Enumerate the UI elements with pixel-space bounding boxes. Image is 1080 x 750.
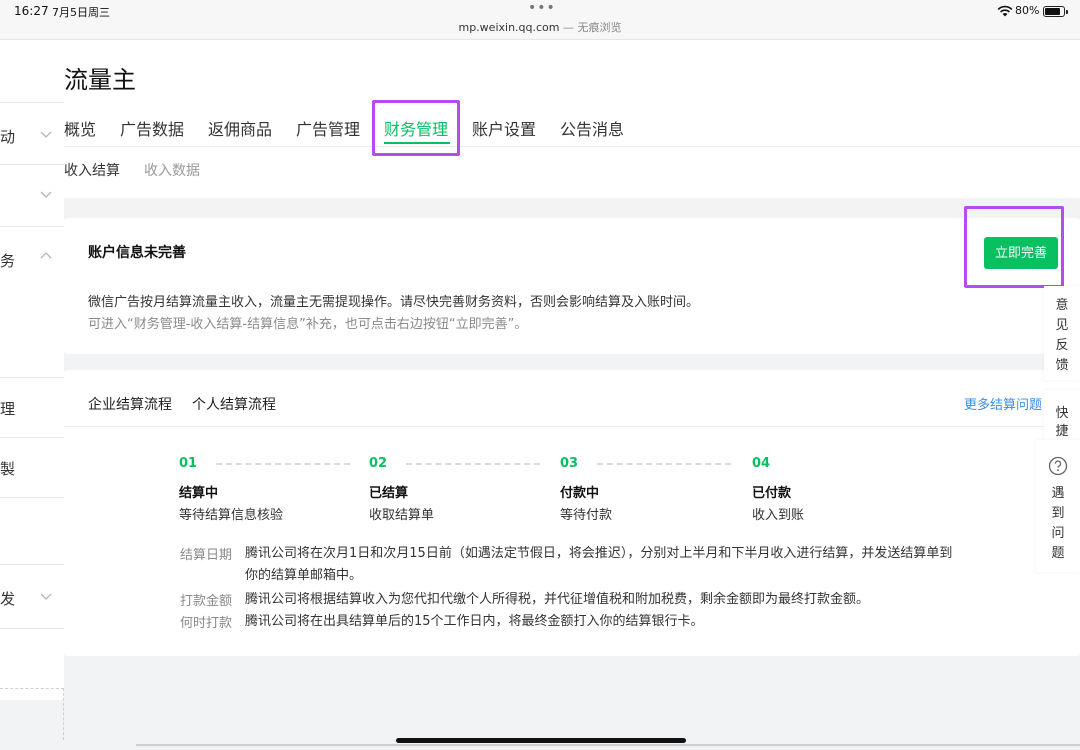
tab-account-settings[interactable]: 账户设置 bbox=[472, 116, 536, 140]
chevron-down-icon bbox=[40, 131, 52, 138]
sidebar-item-label: 务 bbox=[0, 252, 16, 270]
sidebar-dashed-area bbox=[0, 688, 64, 740]
step-description: 收入到账 bbox=[752, 508, 805, 523]
annotation-highlight-button bbox=[964, 206, 1064, 288]
feedback-char: 意 bbox=[1055, 298, 1069, 313]
shortcut-char: 快 bbox=[1055, 406, 1069, 421]
battery-percent: 80% bbox=[1015, 4, 1040, 17]
url-text: mp.weixin.qq.com bbox=[458, 21, 560, 34]
sidebar-item-label: 发 bbox=[0, 590, 16, 608]
page-title: 流量主 bbox=[64, 66, 136, 94]
sidebar-divider bbox=[0, 102, 64, 103]
status-time: 16:27 bbox=[14, 4, 49, 18]
question-circle-icon bbox=[1048, 456, 1068, 476]
private-mode-label: — 无痕浏览 bbox=[559, 21, 622, 34]
step-connector bbox=[216, 463, 350, 465]
home-indicator bbox=[396, 738, 686, 743]
sidebar-item-1[interactable]: 动 bbox=[0, 126, 64, 147]
sidebar-item-4[interactable]: 理 bbox=[0, 398, 64, 419]
more-dots-icon[interactable]: ••• bbox=[528, 0, 556, 16]
notice-hint: 可进入“财务管理-收入结算-结算信息”补充，也可点击右边按钮“立即完善”。 bbox=[88, 317, 528, 332]
sidebar-item-label: 理 bbox=[0, 400, 16, 418]
help-char: 到 bbox=[1051, 506, 1065, 521]
wifi-icon bbox=[997, 5, 1013, 17]
tab-personal-process[interactable]: 个人结算流程 bbox=[192, 394, 276, 414]
tab-ad-data[interactable]: 广告数据 bbox=[120, 116, 184, 140]
step-description: 收取结算单 bbox=[369, 508, 435, 523]
sidebar-item-2[interactable] bbox=[0, 186, 64, 202]
info-text-settlement-date-cont: 你的结算单邮箱中。 bbox=[245, 568, 363, 583]
tab-enterprise-process[interactable]: 企业结算流程 bbox=[88, 394, 172, 414]
feedback-char: 见 bbox=[1055, 318, 1069, 333]
browser-status-bar: 16:27 7月5日周三 ••• mp.weixin.qq.com — 无痕浏览… bbox=[0, 0, 1080, 40]
notice-description: 微信广告按月结算流量主收入，流量主无需提现操作。请尽快完善财务资料，否则会影响结… bbox=[88, 295, 700, 310]
step-number: 01 bbox=[179, 456, 198, 471]
tab-ad-management[interactable]: 广告管理 bbox=[296, 116, 360, 140]
help-char: 问 bbox=[1051, 526, 1065, 541]
annotation-highlight-tab bbox=[372, 100, 460, 156]
sidebar-divider bbox=[0, 628, 64, 629]
info-label-settlement-date: 结算日期 bbox=[180, 548, 233, 563]
tab-overview[interactable]: 概览 bbox=[64, 116, 96, 140]
sidebar-divider bbox=[0, 564, 64, 565]
sidebar-divider bbox=[0, 437, 64, 438]
help-char: 题 bbox=[1051, 546, 1065, 561]
info-text-settlement-date: 腾讯公司将在次月1日和次月15日前（如遇法定节假日，将会推迟），分别对上半月和下… bbox=[245, 546, 953, 561]
status-date: 7月5日周三 bbox=[52, 6, 110, 19]
account-incomplete-card: 账户信息未完善 微信广告按月结算流量主收入，流量主无需提现操作。请尽快完善财务资… bbox=[64, 218, 1080, 354]
step-title: 付款中 bbox=[560, 486, 600, 501]
shortcut-panel[interactable]: 快 捷 bbox=[1044, 390, 1080, 440]
sidebar-item-label: 製 bbox=[0, 460, 16, 478]
feedback-char: 馈 bbox=[1055, 358, 1069, 373]
subtab-income-data[interactable]: 收入数据 bbox=[144, 160, 200, 180]
step-description: 等待付款 bbox=[560, 508, 613, 523]
sidebar-divider bbox=[0, 377, 64, 378]
chevron-down-icon bbox=[40, 191, 52, 198]
feedback-panel[interactable]: 意 见 反 馈 bbox=[1044, 286, 1080, 380]
sidebar-divider bbox=[0, 497, 64, 498]
notice-title: 账户信息未完善 bbox=[88, 245, 186, 261]
step-title: 已付款 bbox=[752, 486, 792, 501]
info-text-payment-amount: 腾讯公司将根据结算收入为您代扣代缴个人所得税，并代征增值税和附加税费，剩余金额即… bbox=[245, 592, 870, 607]
more-settlement-questions-link[interactable]: 更多结算问题 bbox=[964, 394, 1042, 413]
step-title: 结算中 bbox=[179, 486, 219, 501]
info-label-payment-time: 何时打款 bbox=[180, 616, 233, 631]
step-number: 03 bbox=[560, 456, 579, 471]
sidebar-item-3[interactable]: 务 bbox=[0, 250, 64, 271]
step-connector bbox=[597, 463, 731, 465]
bottom-scroll-track bbox=[136, 744, 1080, 746]
address-bar[interactable]: mp.weixin.qq.com — 无痕浏览 bbox=[0, 19, 1080, 35]
main-content: 流量主 概览 广告数据 返佣商品 广告管理 财务管理 账户设置 公告消息 收入结… bbox=[64, 40, 1080, 740]
step-title: 已结算 bbox=[369, 486, 409, 501]
settlement-process-card: 企业结算流程 个人结算流程 更多结算问题 01 02 03 04 结算中 已结算… bbox=[64, 370, 1080, 656]
sidebar-item-5[interactable]: 製 bbox=[0, 458, 64, 479]
feedback-char: 反 bbox=[1055, 338, 1069, 353]
tab-announcements[interactable]: 公告消息 bbox=[560, 116, 624, 140]
sidebar-divider bbox=[0, 226, 64, 227]
shortcut-char: 捷 bbox=[1055, 424, 1069, 439]
step-number: 02 bbox=[369, 456, 388, 471]
step-connector bbox=[406, 463, 540, 465]
chevron-down-icon bbox=[40, 593, 52, 600]
tab-rebate-products[interactable]: 返佣商品 bbox=[208, 116, 272, 140]
chevron-up-icon bbox=[40, 252, 52, 259]
tabs-divider bbox=[64, 146, 1080, 147]
step-description: 等待结算信息核验 bbox=[179, 508, 284, 523]
info-text-payment-time: 腾讯公司将在出具结算单后的15个工作日内，将最终金额打入你的结算银行卡。 bbox=[245, 614, 704, 629]
sidebar-item-6[interactable]: 发 bbox=[0, 588, 64, 609]
card-divider bbox=[64, 426, 1080, 427]
battery-icon bbox=[1043, 6, 1068, 17]
sidebar-item-label: 动 bbox=[0, 128, 16, 146]
subtab-income-settlement[interactable]: 收入结算 bbox=[64, 160, 120, 180]
sidebar: 动 务 理 製 发 bbox=[0, 40, 64, 740]
step-number: 04 bbox=[752, 456, 771, 471]
sidebar-divider bbox=[0, 164, 64, 165]
help-char: 遇 bbox=[1051, 486, 1065, 501]
info-label-payment-amount: 打款金额 bbox=[180, 594, 233, 609]
